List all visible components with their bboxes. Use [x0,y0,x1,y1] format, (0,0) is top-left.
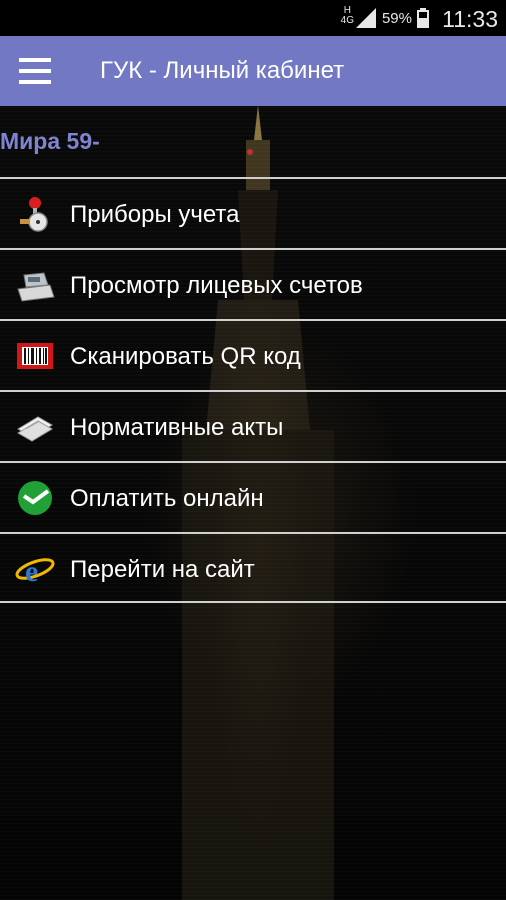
menu-item-website[interactable]: e Перейти на сайт [0,532,506,603]
svg-text:e: e [25,555,38,588]
battery-icon [417,8,429,28]
sberbank-icon [18,481,52,515]
network-type-indicator: H 4G [340,5,354,26]
menu-item-label: Сканировать QR код [70,343,301,370]
main-menu: Приборы учета Просмотр лицевых счетов Ск… [0,177,506,603]
menu-item-label: Перейти на сайт [70,556,255,583]
menu-item-label: Нормативные акты [70,414,284,441]
account-address: Мира 59- [0,128,100,154]
documents-icon [17,416,53,442]
menu-item-regulations[interactable]: Нормативные акты [0,390,506,461]
status-bar: H 4G 59% 11:33 [0,0,506,36]
menu-item-scan-qr[interactable]: Сканировать QR код [0,319,506,390]
menu-item-label: Просмотр лицевых счетов [70,272,363,299]
battery-percent: 59% [381,10,412,27]
app-bar: ГУК - Личный кабинет [0,36,506,106]
internet-explorer-icon: e [15,555,55,588]
barcode-scanner-icon [17,343,53,369]
menu-item-label: Приборы учета [70,201,240,228]
cash-register-icon [17,272,55,302]
menu-item-label: Оплатить онлайн [70,485,264,512]
menu-item-accounts[interactable]: Просмотр лицевых счетов [0,248,506,319]
app-title: ГУК - Личный кабинет [100,57,345,84]
meter-icon [20,197,48,232]
menu-item-pay-online[interactable]: Оплатить онлайн [0,461,506,532]
clock: 11:33 [442,6,498,32]
menu-item-meters[interactable]: Приборы учета [0,177,506,248]
signal-icon [356,8,376,28]
hamburger-menu-icon[interactable] [8,47,62,95]
